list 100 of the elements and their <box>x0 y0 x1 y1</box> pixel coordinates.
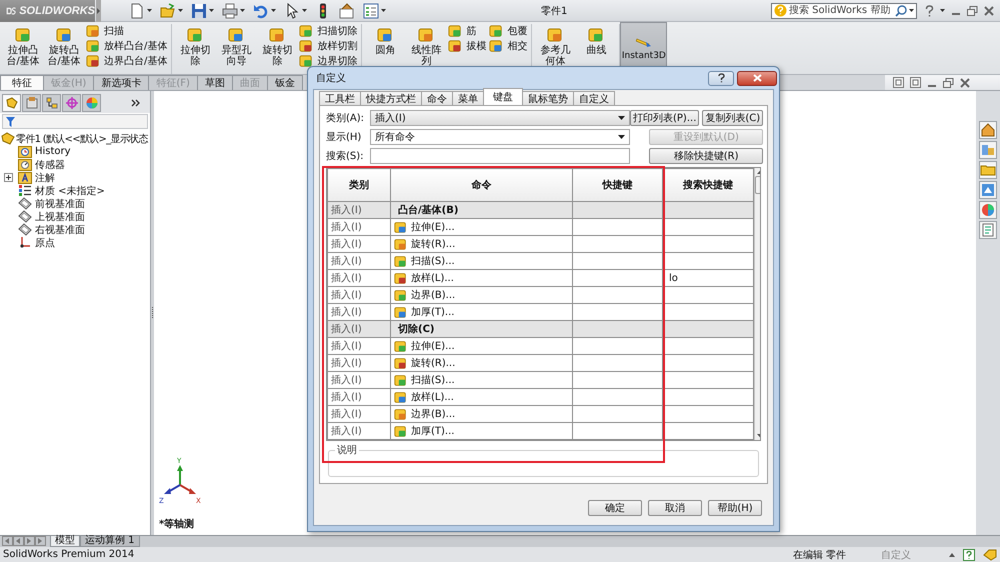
restore-icon[interactable] <box>943 78 954 88</box>
ribbon-button[interactable]: 旋转凸 台/基体 <box>45 24 83 74</box>
home-icon[interactable] <box>979 121 997 139</box>
open-folder-icon[interactable] <box>160 2 176 18</box>
tree-item[interactable]: 前视基准面 <box>2 197 150 210</box>
caret-icon[interactable] <box>178 9 183 12</box>
undo-icon[interactable] <box>253 2 269 18</box>
dialog-tab[interactable]: 鼠标笔势 <box>522 91 574 105</box>
search-field[interactable] <box>370 148 630 164</box>
search-icon[interactable] <box>895 4 907 16</box>
model-tab[interactable]: 模型 <box>50 536 80 547</box>
ribbon-button[interactable]: 拔模 <box>448 38 486 53</box>
folder-icon[interactable] <box>979 161 997 179</box>
caret-icon[interactable] <box>909 9 914 12</box>
splitter-handle[interactable] <box>151 91 154 535</box>
ribbon-button[interactable]: 包覆 <box>489 23 528 38</box>
caret-icon[interactable] <box>240 9 245 12</box>
dialog-tab[interactable]: 命令 <box>421 91 453 105</box>
tree-item[interactable]: History <box>2 145 150 158</box>
dialog-tab[interactable]: 自定义 <box>573 91 615 105</box>
column-header[interactable]: 类别 <box>328 168 390 202</box>
caret-icon[interactable] <box>147 9 152 12</box>
caret-icon[interactable] <box>271 9 276 12</box>
ribbon-button[interactable]: 参考几 何体 <box>536 24 574 74</box>
properties-icon[interactable] <box>979 221 997 239</box>
dialog-button[interactable]: 复制列表(C) <box>702 110 764 126</box>
restore-icon[interactable] <box>967 6 978 16</box>
expand-arrow-icon[interactable] <box>96 0 101 22</box>
cascade-icon[interactable] <box>910 77 921 88</box>
close-icon[interactable] <box>984 6 994 16</box>
dialog-tab[interactable]: 键盘 <box>483 88 523 105</box>
printer-icon[interactable] <box>222 2 238 18</box>
panel-tab[interactable] <box>22 94 41 112</box>
command-tab[interactable]: 钣金 <box>266 75 303 90</box>
tree-item[interactable]: 零件1 (默认<<默认>_显示状态 <box>1 132 150 145</box>
clock-folder-icon <box>18 145 32 158</box>
palette-icon[interactable] <box>979 181 997 199</box>
caret-icon[interactable] <box>381 9 386 12</box>
ribbon-button[interactable]: 旋转切 除 <box>258 24 296 74</box>
dialog-tab[interactable]: 工具栏 <box>319 91 361 105</box>
column-header[interactable]: 搜索快捷键 <box>662 168 754 202</box>
ribbon-button[interactable]: 曲线 <box>577 24 616 74</box>
feature-icon <box>394 424 407 438</box>
column-header[interactable]: 命令 <box>390 168 572 202</box>
caret-icon[interactable] <box>302 9 307 12</box>
panel-tab[interactable] <box>42 94 61 112</box>
dialog-tab[interactable]: 快捷方式栏 <box>360 91 422 105</box>
appearance-icon[interactable] <box>979 201 997 219</box>
caret-icon[interactable] <box>940 9 945 12</box>
dropdown[interactable]: 所有命令 <box>370 129 630 145</box>
panel-tab[interactable] <box>2 94 21 112</box>
close-icon[interactable] <box>960 78 970 88</box>
ribbon-button[interactable]: 筋 <box>448 23 486 38</box>
dialog-button[interactable]: 确定 <box>588 500 642 516</box>
tree-item[interactable]: 上视基准面 <box>2 210 150 223</box>
help-icon[interactable] <box>925 4 934 16</box>
up-caret-icon[interactable] <box>949 552 955 556</box>
ribbon-button[interactable]: 线性阵 列 <box>407 24 446 74</box>
command-tab[interactable]: 特征 <box>0 75 44 90</box>
annotation-folder-icon <box>18 171 32 184</box>
panel-tab[interactable] <box>62 94 81 112</box>
command-tab[interactable]: 新选项卡 <box>93 75 150 90</box>
ribbon-button[interactable]: 相交 <box>489 38 528 53</box>
ribbon-button[interactable]: 扫描切除 <box>299 23 358 38</box>
ribbon-button[interactable]: 扫描 <box>86 23 168 38</box>
tree-item[interactable]: 注解 <box>2 171 150 184</box>
tile-icon[interactable] <box>893 77 904 88</box>
dialog-button[interactable]: 移除快捷键(R) <box>649 148 764 164</box>
ribbon-button[interactable]: 拉伸切 除 <box>176 24 214 74</box>
ribbon-button[interactable]: 放样凸台/基体 <box>86 38 168 53</box>
close-button[interactable] <box>737 70 777 86</box>
new-document-icon[interactable] <box>129 2 145 18</box>
help-button[interactable] <box>708 70 734 86</box>
file-properties-icon[interactable] <box>339 2 355 18</box>
options-list-icon[interactable] <box>363 2 379 18</box>
dialog-button[interactable]: 取消 <box>648 500 702 516</box>
dropdown[interactable]: 插入(I) <box>370 110 630 126</box>
ribbon-button[interactable]: 拉伸凸 台/基体 <box>4 24 42 74</box>
caret-icon[interactable] <box>209 9 214 12</box>
tree-item[interactable]: 材质 <未指定> <box>2 184 150 197</box>
column-header[interactable]: 快捷键 <box>572 168 662 202</box>
tree-item[interactable]: 原点 <box>2 236 150 249</box>
tree-item[interactable]: 传感器 <box>2 158 150 171</box>
filter-field[interactable] <box>2 114 148 129</box>
expand-icon[interactable] <box>4 173 13 182</box>
ribbon-button[interactable]: 边界凸台/基体 <box>86 53 168 68</box>
ribbon-button[interactable]: 圆角 <box>366 24 404 74</box>
ribbon-button[interactable]: 异型孔 向导 <box>217 24 256 74</box>
tree-item[interactable]: 右视基准面 <box>2 223 150 236</box>
model-tab[interactable]: 运动算例 1 <box>80 536 140 547</box>
command-tab[interactable]: 草图 <box>196 75 233 90</box>
command-label: 扫描(S)... <box>411 254 455 268</box>
search-field[interactable]: 搜索 SolidWorks 帮助 <box>771 2 917 18</box>
help-icon[interactable] <box>963 548 975 560</box>
tab-navigation-icon[interactable] <box>2 536 46 546</box>
dialog-button[interactable]: 帮助(H) <box>708 500 762 516</box>
ribbon-button[interactable]: 放样切割 <box>299 38 358 53</box>
ribbon-button[interactable]: 边界切除 <box>299 53 358 68</box>
dialog-tab[interactable]: 菜单 <box>452 91 484 105</box>
dialog-button[interactable]: 打印列表(P)... <box>630 110 700 126</box>
